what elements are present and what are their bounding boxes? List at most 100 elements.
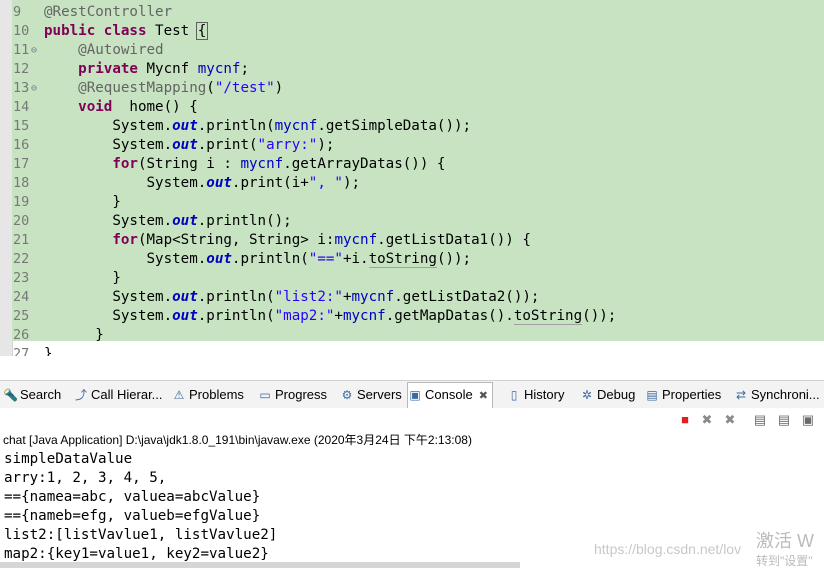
- tab-debug[interactable]: ✲ Debug: [580, 383, 635, 406]
- tab-synchroni[interactable]: ⇄ Synchroni...: [734, 383, 820, 406]
- tab-label: Search: [20, 387, 62, 402]
- word-wrap-icon[interactable]: ▣: [800, 412, 816, 428]
- line-number: 9: [13, 4, 22, 20]
- tab-search[interactable]: 🔦 Search: [3, 383, 61, 406]
- search-icon: 🔦: [3, 388, 18, 402]
- line-number: 17: [13, 156, 30, 172]
- problems-icon: ⚠: [173, 388, 185, 402]
- code-token: System.: [44, 118, 173, 134]
- fold-toggle-icon[interactable]: ⊖: [31, 79, 41, 98]
- code-text: }: [44, 269, 121, 288]
- tab-properties[interactable]: ▤ Properties: [645, 383, 721, 406]
- properties-icon: ▤: [646, 388, 658, 402]
- code-token: public: [44, 23, 96, 39]
- code-token: Test: [146, 23, 198, 39]
- code-editor[interactable]: 9 @RestController 10 public class Test {11 ⊖…: [0, 0, 824, 356]
- console-title: chat [Java Application] D:\java\jdk1.8.0…: [3, 433, 472, 447]
- debug-icon: ✲: [581, 388, 593, 402]
- code-token: );: [317, 137, 335, 153]
- code-token: mycnf: [240, 156, 284, 172]
- fold-toggle-icon[interactable]: ⊖: [31, 41, 41, 60]
- code-token: System.: [44, 289, 173, 305]
- code-token: for: [112, 232, 138, 248]
- tab-progress[interactable]: ▭ Progress: [258, 383, 327, 406]
- history-icon: ▯: [510, 388, 518, 402]
- console-output-line: simpleDataValue: [4, 451, 133, 467]
- tab-label: Call Hierar...: [91, 387, 163, 402]
- code-text: for(String i : mycnf.getArrayDatas()) {: [44, 155, 445, 174]
- console-toolbar: ■ ✖ ✖ ▤ ▤ ▣: [0, 408, 824, 432]
- code-token: .println();: [197, 213, 292, 229]
- code-text: void home() {: [44, 98, 198, 117]
- code-token: "/test": [214, 80, 275, 96]
- code-token: (: [206, 80, 215, 96]
- tab-history[interactable]: ▯ History: [507, 383, 565, 406]
- code-text: System.out.print(i+", ");: [44, 174, 360, 193]
- code-text: for(Map<String, String> i:mycnf.getListD…: [44, 231, 531, 250]
- code-text: @Autowired: [44, 41, 163, 60]
- code-token: }: [44, 270, 121, 286]
- code-token: .println(: [197, 308, 275, 324]
- tab-call-hierar[interactable]: ⤴ Call Hierar...: [74, 383, 163, 406]
- code-text: System.out.println();: [44, 212, 292, 231]
- code-token: Mycnf: [137, 61, 198, 77]
- code-token: @RequestMapping: [78, 80, 207, 96]
- code-text: System.out.println(mycnf.getSimpleData()…: [44, 117, 471, 136]
- code-token: out: [172, 118, 198, 134]
- code-text: public class Test {: [44, 22, 209, 41]
- tab-label: Progress: [275, 387, 328, 402]
- tab-label: Debug: [597, 387, 636, 402]
- tab-problems[interactable]: ⚠ Problems: [172, 383, 244, 406]
- horizontal-scrollbar[interactable]: [0, 562, 520, 568]
- close-tab-icon[interactable]: ✖: [479, 390, 488, 402]
- console-output-line: arry:1, 2, 3, 4, 5,: [4, 470, 167, 486]
- line-number: 15: [13, 118, 30, 134]
- code-token: +: [334, 308, 343, 324]
- line-number: 27: [13, 346, 30, 356]
- code-token: System.: [44, 175, 207, 191]
- code-token: System.: [44, 213, 173, 229]
- line-number: 18: [13, 175, 30, 191]
- line-number: 16: [13, 137, 30, 153]
- pin-console-icon[interactable]: ▤: [776, 412, 792, 428]
- code-token: .print(i+: [231, 175, 309, 191]
- code-token: ;: [240, 61, 250, 77]
- remove-all-icon[interactable]: ✖: [722, 412, 738, 428]
- line-number: 22: [13, 251, 30, 267]
- windows-activation-subtext: 转到"设置": [756, 554, 813, 568]
- tab-label: Problems: [189, 387, 244, 402]
- remove-launch-icon[interactable]: ✖: [699, 412, 715, 428]
- code-token: .getMapDatas().: [385, 308, 514, 324]
- code-text: }: [44, 345, 53, 356]
- code-token: System.: [44, 251, 207, 267]
- code-token: .println(: [197, 118, 275, 134]
- code-token: mycnf: [334, 232, 378, 248]
- tab-console[interactable]: ▣ Console ✖: [407, 382, 493, 408]
- code-token: out: [172, 289, 198, 305]
- tab-servers[interactable]: ⚙ Servers: [340, 383, 402, 406]
- code-text: @RequestMapping("/test"): [44, 79, 283, 98]
- code-token: System.: [44, 308, 173, 324]
- servers-icon: ⚙: [341, 388, 353, 402]
- code-token: }: [44, 346, 53, 356]
- scroll-lock-icon[interactable]: ▤: [752, 412, 768, 428]
- code-token: .println(: [197, 289, 275, 305]
- code-token: .getArrayDatas()) {: [283, 156, 446, 172]
- code-token: .print(: [197, 137, 258, 153]
- terminate-icon[interactable]: ■: [677, 412, 693, 428]
- code-token: "==": [308, 251, 343, 267]
- tab-label: Properties: [662, 387, 722, 402]
- code-token: ());: [436, 251, 472, 267]
- code-token: toString: [513, 308, 583, 325]
- code-token: @RestController: [44, 4, 173, 20]
- tab-label: Synchroni...: [751, 387, 820, 402]
- tab-label: History: [524, 387, 565, 402]
- watermark: https://blog.csdn.net/lov: [594, 541, 742, 557]
- code-token: out: [206, 175, 232, 191]
- code-token: System.: [44, 137, 173, 153]
